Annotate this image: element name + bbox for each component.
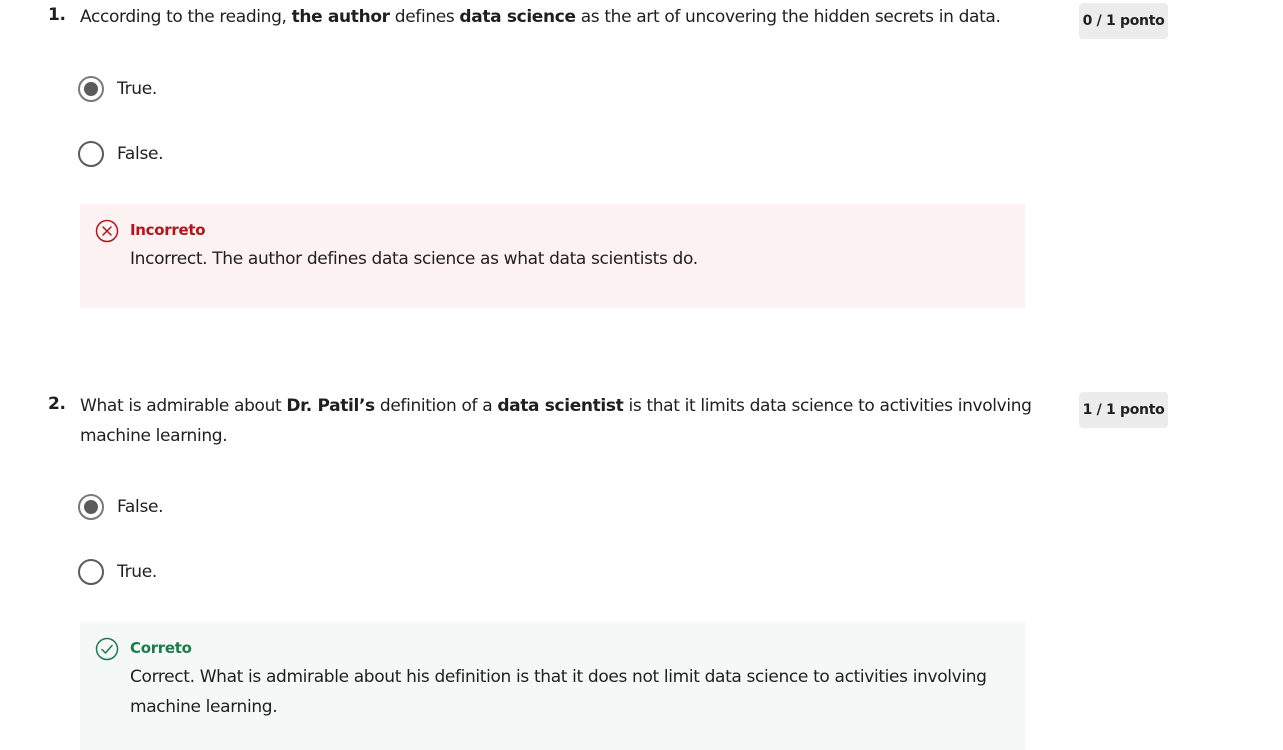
- check-circle-icon: [95, 637, 119, 661]
- x-circle-icon: [95, 219, 119, 243]
- option-true[interactable]: True.: [78, 75, 157, 103]
- option-label: False.: [117, 497, 164, 517]
- option-label: True.: [117, 562, 158, 582]
- feedback-title: Incorreto: [130, 221, 206, 239]
- radio-unselected-icon[interactable]: [78, 141, 104, 167]
- question-text: According to the reading, the author def…: [80, 7, 1001, 27]
- radio-selected-icon[interactable]: [78, 494, 104, 520]
- option-false[interactable]: False.: [78, 493, 164, 521]
- feedback-title: Correto: [130, 639, 192, 657]
- option-false[interactable]: False.: [78, 140, 164, 168]
- score-badge: 1 / 1 ponto: [1079, 392, 1168, 428]
- feedback-text: Correct. What is admirable about his def…: [130, 667, 987, 717]
- option-label: False.: [117, 144, 164, 164]
- option-true[interactable]: True.: [78, 558, 157, 586]
- score-badge: 0 / 1 ponto: [1079, 3, 1168, 39]
- question-number: 2.: [48, 394, 66, 414]
- question-text: What is admirable about Dr. Patil’s defi…: [80, 396, 1032, 446]
- option-label: True.: [117, 79, 158, 99]
- feedback-correct: Correto Correct. What is admirable about…: [80, 622, 1025, 750]
- radio-unselected-icon[interactable]: [78, 559, 104, 585]
- feedback-text: Incorrect. The author defines data scien…: [130, 249, 698, 269]
- feedback-incorrect: Incorreto Incorrect. The author defines …: [80, 204, 1025, 308]
- question-number: 1.: [48, 5, 66, 25]
- radio-selected-icon[interactable]: [78, 76, 104, 102]
